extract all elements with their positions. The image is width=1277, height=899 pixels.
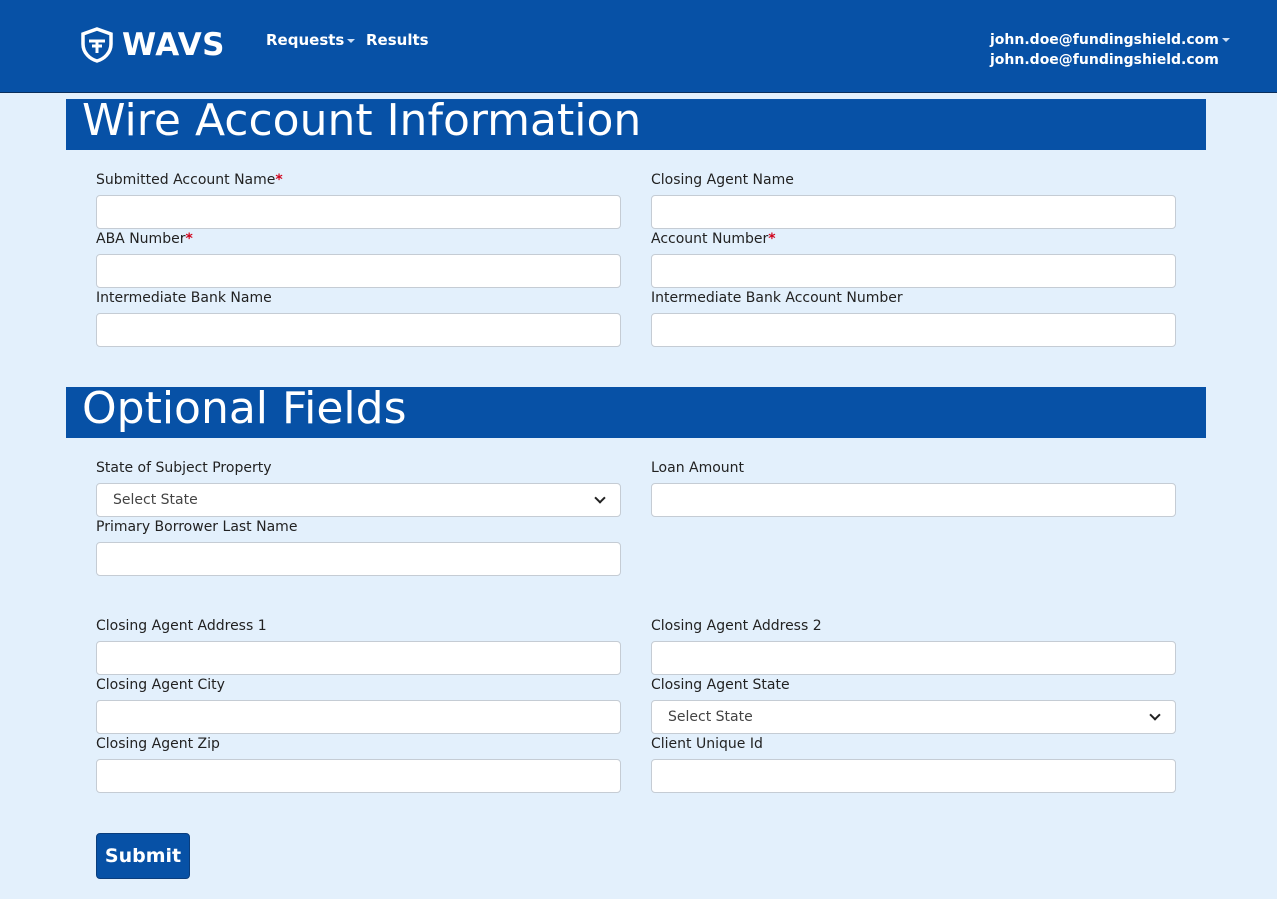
- closing-agent-state-label: Closing Agent State: [651, 677, 790, 693]
- closing-agent-zip-input[interactable]: [96, 759, 621, 793]
- closing-agent-city-input[interactable]: [96, 700, 621, 734]
- brand-logo[interactable]: WAVS: [80, 27, 225, 63]
- caret-down-icon: [347, 38, 356, 43]
- intermediate-bank-account-number-input[interactable]: [651, 313, 1176, 347]
- brand-name: WAVS: [122, 27, 226, 63]
- state-select-value: Select State: [113, 492, 198, 508]
- primary-borrower-last-name-input[interactable]: [96, 542, 621, 576]
- intermediate-bank-account-number-label: Intermediate Bank Account Number: [651, 290, 903, 306]
- aba-number-input[interactable]: [96, 254, 621, 288]
- closing-agent-city-label: Closing Agent City: [96, 677, 225, 693]
- chevron-down-icon: [1149, 709, 1161, 721]
- required-mark: *: [185, 231, 193, 247]
- required-mark: *: [275, 172, 283, 188]
- closing-agent-address-2-input[interactable]: [651, 641, 1176, 675]
- account-number-label: Account Number*: [651, 231, 776, 247]
- closing-agent-state-value: Select State: [668, 709, 753, 725]
- client-unique-id-label: Client Unique Id: [651, 736, 763, 752]
- caret-down-icon: [1221, 38, 1230, 42]
- nav-requests-dropdown[interactable]: Requests: [266, 31, 356, 49]
- closing-agent-address-2-label: Closing Agent Address 2: [651, 618, 822, 634]
- wire-account-section-title: Wire Account Information: [66, 99, 1206, 150]
- loan-amount-label: Loan Amount: [651, 460, 745, 476]
- loan-amount-input[interactable]: [651, 483, 1176, 517]
- required-mark: *: [768, 231, 776, 247]
- submit-button[interactable]: Submit: [96, 833, 190, 879]
- chevron-down-icon: [594, 492, 606, 504]
- account-number-input[interactable]: [651, 254, 1176, 288]
- closing-agent-name-input[interactable]: [651, 195, 1176, 229]
- user-menu[interactable]: john.doe@fundingshield.com john.doe@fund…: [990, 30, 1230, 70]
- client-unique-id-input[interactable]: [651, 759, 1176, 793]
- optional-fields-section-title: Optional Fields: [66, 387, 1206, 438]
- user-email: john.doe@fundingshield.com: [990, 32, 1219, 48]
- closing-agent-state-select[interactable]: Select State: [651, 700, 1176, 734]
- shield-icon: [81, 27, 113, 63]
- top-navbar: WAVS Requests Results john.doe@fundingsh…: [0, 0, 1277, 93]
- intermediate-bank-name-label: Intermediate Bank Name: [96, 290, 272, 306]
- closing-agent-address-1-label: Closing Agent Address 1: [96, 618, 267, 634]
- closing-agent-address-1-input[interactable]: [96, 641, 621, 675]
- state-of-subject-property-label: State of Subject Property: [96, 460, 272, 476]
- intermediate-bank-name-input[interactable]: [96, 313, 621, 347]
- nav-results-link[interactable]: Results: [366, 31, 429, 49]
- submitted-account-name-label: Submitted Account Name*: [96, 172, 283, 188]
- submitted-account-name-input[interactable]: [96, 195, 621, 229]
- closing-agent-name-label: Closing Agent Name: [651, 172, 794, 188]
- nav-requests-label: Requests: [266, 31, 345, 49]
- primary-borrower-last-name-label: Primary Borrower Last Name: [96, 519, 298, 535]
- state-of-subject-property-select[interactable]: Select State: [96, 483, 621, 517]
- user-email-secondary: john.doe@fundingshield.com: [990, 52, 1219, 68]
- aba-number-label: ABA Number*: [96, 231, 193, 247]
- closing-agent-zip-label: Closing Agent Zip: [96, 736, 220, 752]
